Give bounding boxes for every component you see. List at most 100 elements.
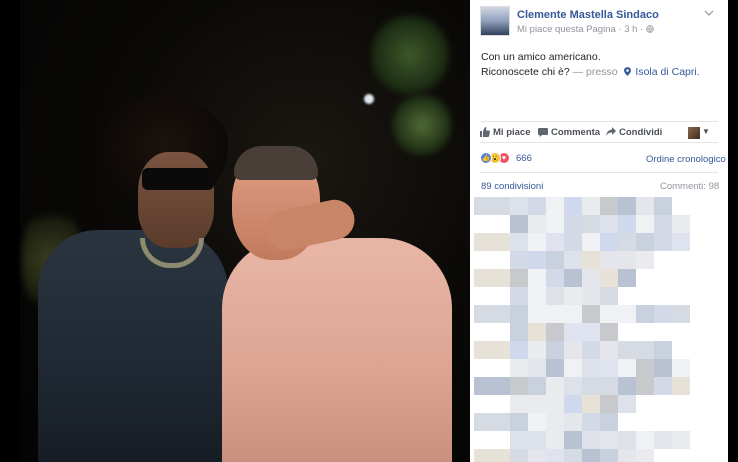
post-question: Riconoscete chi è? [481, 66, 570, 78]
page-name-link[interactable]: Clemente Mastella Sindaco [517, 9, 659, 21]
pixelated-comment-block [564, 269, 582, 287]
pixelated-comment-block [600, 269, 618, 287]
pixelated-comment-block [636, 197, 654, 215]
pixelated-comment-block [528, 287, 546, 305]
pixelated-comment-block [600, 359, 618, 377]
pixelated-comment-block [654, 431, 672, 449]
sunglasses [142, 168, 214, 190]
comment-button[interactable]: Commenta [538, 127, 600, 138]
pixelated-comment-block [672, 377, 690, 395]
chevron-down-icon[interactable]: ▼ [702, 127, 710, 136]
pixelated-comment-block [618, 305, 636, 323]
pixelated-comment-block [546, 251, 564, 269]
like-label: Mi piace [493, 127, 531, 138]
pixelated-comment-block [528, 413, 546, 431]
pixelated-comment-block [582, 323, 600, 341]
pixelated-comment-block [618, 251, 636, 269]
pixelated-comment-block [528, 233, 546, 251]
pixelated-comment-block [672, 233, 690, 251]
person-left-shirt [38, 230, 228, 462]
globe-icon [646, 25, 654, 33]
pixelated-comment-block [600, 413, 618, 431]
comment-order-dropdown[interactable]: Ordine cronologico ▾ [646, 154, 728, 165]
pixelated-comment-block [618, 431, 636, 449]
pixelated-comment-block [528, 449, 546, 462]
pixelated-comment-block [564, 395, 582, 413]
pixelated-comment-block [618, 197, 636, 215]
pixelated-comment-block [672, 359, 690, 377]
reaction-count[interactable]: 666 [516, 153, 532, 164]
like-page-link[interactable]: Mi piace questa Pagina [517, 24, 616, 35]
comments-count: Commenti: 98 [660, 181, 720, 192]
pixelated-comment-block [528, 341, 546, 359]
pixelated-comment-block [636, 305, 654, 323]
pixelated-comment-block [564, 323, 582, 341]
pixelated-comment-block [618, 233, 636, 251]
pixelated-comment-block [582, 395, 600, 413]
pixelated-comment-block [636, 449, 654, 462]
pixelated-avatar [474, 449, 510, 462]
pixelated-comment-block [510, 197, 528, 215]
pixelated-comment-block [564, 215, 582, 233]
pixelated-comment-block [546, 215, 564, 233]
pixelated-comment-block [600, 431, 618, 449]
pixelated-comment-block [582, 287, 600, 305]
pixelated-comment-block [510, 341, 528, 359]
pixelated-avatar [474, 377, 510, 395]
commenter-avatar-selector[interactable] [688, 127, 700, 139]
pixelated-comment-block [510, 287, 528, 305]
pixelated-comment-block [636, 341, 654, 359]
pixelated-comment-block [600, 233, 618, 251]
pixelated-comment-block [564, 449, 582, 462]
pixelated-comment-block [528, 377, 546, 395]
pixelated-avatar [474, 305, 510, 323]
map-pin-icon [623, 67, 631, 76]
location-link[interactable]: Isola di Capri. [635, 66, 699, 78]
pixelated-comment-block [582, 413, 600, 431]
pixelated-comment-block [510, 395, 528, 413]
pixelated-comment-block [528, 305, 546, 323]
pixelated-comment-block [528, 395, 546, 413]
pixelated-comment-block [600, 287, 618, 305]
post-text-line2: Riconoscete chi è? — presso Isola di Cap… [481, 65, 721, 80]
page-avatar[interactable] [480, 6, 510, 36]
post-options-chevron-icon[interactable] [704, 8, 714, 19]
pixelated-comment-block [582, 305, 600, 323]
pixelated-comment-block [600, 197, 618, 215]
like-reaction-icon[interactable]: 👍 [480, 152, 492, 164]
pixelated-comment-block [510, 269, 528, 287]
shares-link[interactable]: 89 condivisioni [481, 181, 543, 192]
pixelated-avatar [474, 413, 510, 431]
pixelated-comment-block [618, 377, 636, 395]
pixelated-comment-block [510, 359, 528, 377]
pixelated-comment-block [672, 215, 690, 233]
share-button[interactable]: Condividi [606, 127, 662, 138]
pixelated-comment-block [600, 251, 618, 269]
pixelated-comment-block [618, 395, 636, 413]
post-photo[interactable] [0, 0, 470, 462]
post-details-panel: Clemente Mastella Sindaco Mi piace quest… [470, 0, 728, 462]
pixelated-comment-block [510, 449, 528, 462]
pixelated-comment-block [564, 341, 582, 359]
like-button[interactable]: Mi piace [480, 127, 531, 138]
pixelated-comment-block [582, 341, 600, 359]
pixelated-avatar [474, 197, 510, 215]
post-message: Con un amico americano. Riconoscete chi … [481, 50, 721, 80]
post-time-link[interactable]: 3 h [624, 24, 637, 35]
pixelated-comment-block [546, 323, 564, 341]
speech-bubble-icon [538, 128, 548, 137]
share-arrow-icon [606, 127, 616, 136]
pixelated-comment-block [546, 269, 564, 287]
pixelated-comment-block [510, 305, 528, 323]
person-right-hair [234, 146, 318, 180]
pixelated-comment-block [564, 431, 582, 449]
light-spot [364, 94, 374, 104]
viewer-right-edge [728, 0, 738, 462]
post-actions-bar: Mi piace Commenta Condividi ▼ [480, 121, 718, 143]
pixelated-comment-block [564, 359, 582, 377]
pixelated-comment-block [654, 233, 672, 251]
pixelated-comment-block [636, 215, 654, 233]
pixelated-comment-block [564, 377, 582, 395]
pixelated-comment-block [528, 251, 546, 269]
presso-label: — presso [572, 66, 618, 78]
